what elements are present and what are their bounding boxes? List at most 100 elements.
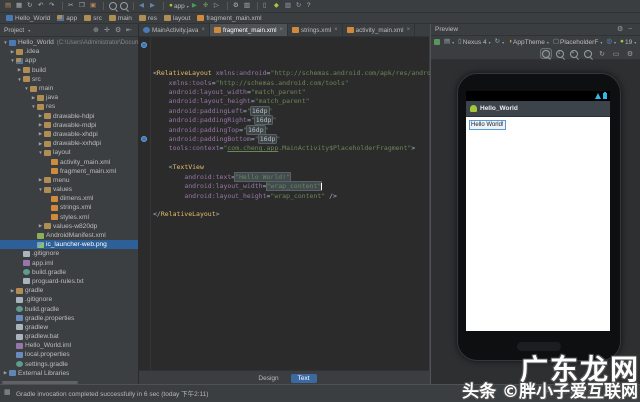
configuration-menu[interactable]: ▤▾: [444, 38, 454, 46]
chevron-right-icon[interactable]: ▶: [30, 95, 37, 101]
lock-icon[interactable]: ▫: [580, 390, 582, 396]
chevron-right-icon[interactable]: ▶: [37, 177, 44, 183]
settings-icon[interactable]: ⚙: [233, 2, 241, 10]
redo-icon[interactable]: ↷: [49, 2, 57, 10]
scroll-to-source-icon[interactable]: ✛: [104, 25, 112, 36]
render-status-indicator[interactable]: [434, 39, 440, 45]
save-all-icon[interactable]: ▦: [16, 2, 24, 10]
tree-item-gradlew[interactable]: gradlew: [0, 323, 138, 332]
tree-item-fragment-main-xml[interactable]: fragment_main.xml: [0, 167, 138, 176]
tree-item-drawable-xxhdpi[interactable]: ▶drawable-xxhdpi: [0, 139, 138, 148]
copy-icon[interactable]: ❐: [79, 2, 87, 10]
chevron-right-icon[interactable]: ▶: [37, 223, 44, 229]
device-monitor-icon[interactable]: ▥: [285, 2, 293, 10]
tree-item-hello-world-iml[interactable]: Hello_World.iml: [0, 341, 138, 350]
chevron-right-icon[interactable]: ▶: [16, 67, 23, 73]
tree-item-external-libraries[interactable]: ▶External Libraries: [0, 369, 138, 378]
zoom-in-icon[interactable]: [569, 49, 579, 58]
preview-options-icon[interactable]: ⚙: [625, 49, 635, 58]
preview-settings-gear-icon[interactable]: ⚙: [617, 24, 625, 35]
help-icon[interactable]: ?: [307, 2, 315, 10]
frame-toggle-icon[interactable]: ▭: [611, 49, 621, 58]
tree-item-build[interactable]: ▶build: [0, 66, 138, 75]
settings-gear-icon[interactable]: ⚙: [115, 25, 123, 36]
chevron-down-icon[interactable]: ▼: [30, 104, 37, 109]
chevron-down-icon[interactable]: ▼: [23, 86, 30, 91]
chevron-down-icon[interactable]: ▼: [16, 77, 23, 82]
chevron-down-icon[interactable]: ▼: [37, 187, 44, 192]
tree-item-layout[interactable]: ▼layout: [0, 148, 138, 157]
chevron-right-icon[interactable]: ▶: [37, 113, 44, 119]
close-icon[interactable]: ×: [334, 27, 338, 33]
chevron-right-icon[interactable]: ▶: [2, 370, 9, 376]
tree-item-build-gradle[interactable]: build.gradle: [0, 268, 138, 277]
run-configuration-selector[interactable]: ●app▾: [169, 1, 189, 12]
tree-item-gradle-properties[interactable]: gradle.properties: [0, 314, 138, 323]
hide-panel-icon[interactable]: ⇤: [126, 25, 134, 36]
tree-item-styles-xml[interactable]: styles.xml: [0, 213, 138, 222]
chevron-down-icon[interactable]: ▼: [37, 150, 44, 155]
chevron-right-icon[interactable]: ▶: [9, 49, 16, 55]
tree-item-java[interactable]: ▶java: [0, 93, 138, 102]
sdk-manager-icon[interactable]: ◆: [274, 2, 282, 10]
tree-item-idea[interactable]: ▶.idea: [0, 47, 138, 56]
project-panel-title[interactable]: Project: [4, 27, 24, 34]
cut-icon[interactable]: ✂: [68, 2, 76, 10]
tree-item-local-properties[interactable]: local.properties: [0, 350, 138, 359]
tree-item-ic-launcher-web-png[interactable]: ic_launcher-web.png: [0, 240, 138, 249]
tree-item-app-iml[interactable]: app.iml: [0, 259, 138, 268]
notifications-icon[interactable]: ▣: [588, 389, 594, 396]
breadcrumb-item-hello-world[interactable]: Hello_World: [6, 15, 50, 22]
tree-item-drawable-hdpi[interactable]: ▶drawable-hdpi: [0, 112, 138, 121]
project-view-options-icon[interactable]: ⊕: [93, 25, 101, 36]
api-version-selector[interactable]: ●19▾: [620, 38, 636, 46]
gutter-android-icon[interactable]: [141, 136, 147, 142]
breadcrumb-item-src[interactable]: src: [84, 15, 102, 22]
project-structure-icon[interactable]: ▥: [244, 2, 252, 10]
fragment-selector[interactable]: ▢PlaceholderF▾: [553, 38, 602, 46]
close-icon[interactable]: ×: [280, 27, 284, 33]
paste-icon[interactable]: ▣: [90, 2, 98, 10]
locale-selector[interactable]: ◎▾: [606, 38, 616, 46]
code-editor[interactable]: <RelativeLayout xmlns:android="http://sc…: [139, 37, 429, 370]
zoom-actual-size-icon[interactable]: [555, 49, 565, 58]
close-icon[interactable]: ×: [201, 27, 205, 33]
gutter-android-icon[interactable]: [141, 42, 147, 48]
chevron-down-icon[interactable]: ▼: [2, 40, 9, 45]
refresh-icon[interactable]: ↻: [597, 49, 607, 58]
chevron-right-icon[interactable]: ▶: [37, 131, 44, 137]
tree-item-drawable-xhdpi[interactable]: ▶drawable-xhdpi: [0, 130, 138, 139]
tree-item-drawable-mdpi[interactable]: ▶drawable-mdpi: [0, 121, 138, 130]
find-icon[interactable]: [109, 2, 117, 10]
tree-item-gitignore[interactable]: .gitignore: [0, 249, 138, 258]
zoom-out-icon[interactable]: [583, 49, 593, 58]
tree-item-strings-xml[interactable]: strings.xml: [0, 203, 138, 212]
run-icon[interactable]: ▶: [192, 2, 200, 10]
theme-selector[interactable]: ◑AppTheme▾: [508, 38, 549, 46]
tree-item-gitignore[interactable]: .gitignore: [0, 295, 138, 304]
synchronize-icon[interactable]: ↻: [27, 2, 35, 10]
gradle-sync-icon[interactable]: ↻: [296, 2, 304, 10]
status-utf-8[interactable]: UTF-8: [557, 390, 574, 396]
close-icon[interactable]: ×: [407, 27, 411, 33]
breadcrumb-item-main[interactable]: main: [109, 15, 132, 22]
orientation-selector[interactable]: ↻▾: [495, 38, 504, 46]
tree-item-values-w820dp[interactable]: ▶values-w820dp: [0, 222, 138, 231]
avd-manager-icon[interactable]: ▯: [263, 2, 271, 10]
tree-item-gradlew-bat[interactable]: gradlew.bat: [0, 332, 138, 341]
tree-item-proguard-rules-txt[interactable]: proguard-rules.txt: [0, 277, 138, 286]
textview-hello-world[interactable]: Hello World!: [469, 120, 506, 130]
chevron-right-icon[interactable]: ▶: [37, 122, 44, 128]
open-project-icon[interactable]: ▤: [5, 2, 13, 10]
tab-strings-xml[interactable]: strings.xml×: [288, 24, 343, 36]
tree-item-src[interactable]: ▼src: [0, 75, 138, 84]
tree-item-values[interactable]: ▼values: [0, 185, 138, 194]
tab-mainactivity-java[interactable]: MainActivity.java×: [139, 24, 210, 36]
toolbox-icon[interactable]: ▦: [4, 387, 12, 398]
tree-item-gradle[interactable]: ▶gradle: [0, 286, 138, 295]
breadcrumb-item-layout[interactable]: layout: [164, 15, 190, 22]
chevron-right-icon[interactable]: ▶: [37, 141, 44, 147]
status-lf[interactable]: LF:: [543, 390, 552, 396]
replace-icon[interactable]: [120, 2, 128, 10]
breadcrumb-item-res[interactable]: res: [139, 15, 157, 22]
